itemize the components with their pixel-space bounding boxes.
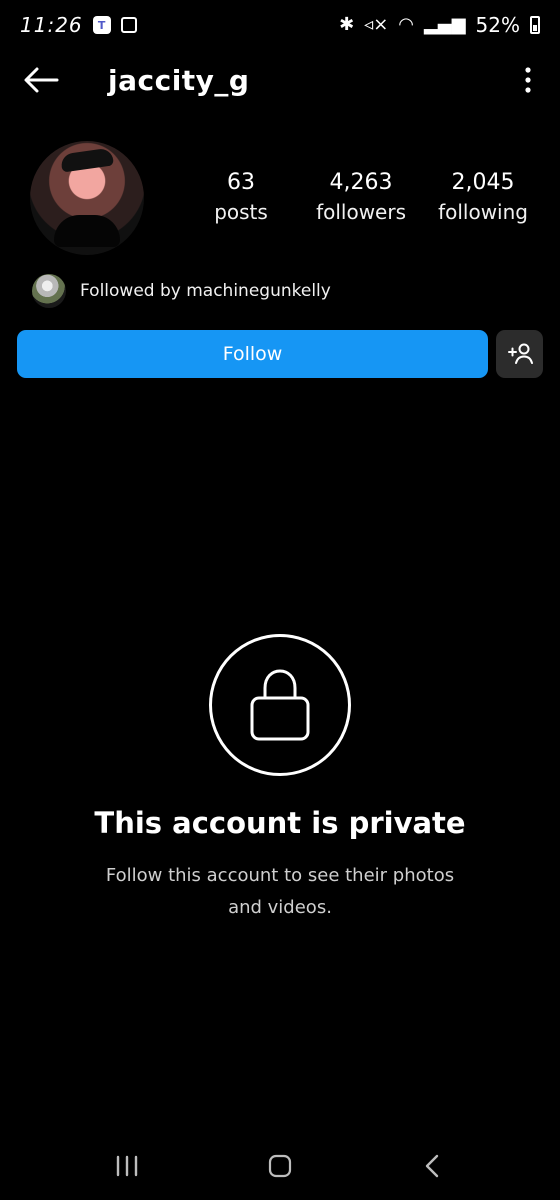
more-options-button[interactable]: [516, 60, 540, 100]
private-account-message: This account is private Follow this acco…: [0, 634, 560, 924]
status-left: 11:26 T: [20, 13, 137, 37]
bluetooth-icon: ✱: [339, 14, 355, 35]
posts-count: 63: [227, 170, 255, 195]
teams-app-icon: T: [92, 16, 111, 34]
back-button[interactable]: [20, 59, 62, 101]
follower-avatar: [32, 274, 66, 308]
home-icon: [268, 1154, 292, 1178]
profile-stats: 63 posts 4,263 followers 2,045 following: [198, 169, 528, 227]
add-person-button[interactable]: [496, 330, 543, 378]
private-title: This account is private: [94, 806, 466, 840]
followers-stat[interactable]: 4,263 followers: [316, 169, 406, 227]
profile-avatar[interactable]: [30, 141, 144, 255]
recent-apps-icon: [116, 1155, 138, 1177]
followers-count: 4,263: [329, 170, 393, 195]
following-count: 2,045: [451, 170, 515, 195]
arrow-left-icon: [24, 67, 59, 93]
back-icon: [425, 1154, 439, 1178]
status-right: ✱ ◃× ◠ ▂▄▆ 52%: [339, 13, 540, 37]
profile-actions: Follow: [17, 330, 543, 378]
system-navigation-bar: [0, 1132, 560, 1200]
profile-screen: 11:26 T ✱ ◃× ◠ ▂▄▆ 52% jaccity_g 63 post…: [0, 0, 560, 1200]
followers-label: followers: [316, 200, 406, 224]
following-label: following: [438, 200, 528, 224]
notification-icon: [120, 17, 137, 33]
posts-stat[interactable]: 63 posts: [198, 169, 284, 227]
status-bar: 11:26 T ✱ ◃× ◠ ▂▄▆ 52%: [0, 0, 560, 50]
followed-by-row[interactable]: Followed by machinegunkelly: [32, 274, 331, 308]
status-time: 11:26: [20, 13, 83, 37]
posts-label: posts: [214, 200, 268, 224]
lock-icon: [250, 669, 310, 741]
followed-by-text: Followed by machinegunkelly: [80, 281, 331, 301]
signal-icon: ▂▄▆: [424, 14, 466, 35]
profile-summary: 63 posts 4,263 followers 2,045 following: [30, 138, 530, 258]
add-person-icon: [507, 343, 533, 364]
wifi-icon: ◠: [398, 14, 415, 35]
battery-icon: [530, 16, 540, 34]
follow-button[interactable]: Follow: [17, 330, 488, 378]
back-navigation-button[interactable]: [416, 1149, 450, 1183]
home-button[interactable]: [263, 1149, 297, 1183]
mute-icon: ◃×: [364, 14, 389, 35]
profile-header: jaccity_g: [0, 50, 560, 110]
recent-apps-button[interactable]: [110, 1149, 144, 1183]
battery-percentage: 52%: [475, 13, 520, 37]
more-vertical-icon: [525, 67, 531, 93]
following-stat[interactable]: 2,045 following: [438, 169, 528, 227]
profile-username: jaccity_g: [108, 63, 250, 97]
private-lock-circle: [209, 634, 351, 776]
private-description: Follow this account to see their photos …: [105, 865, 455, 918]
